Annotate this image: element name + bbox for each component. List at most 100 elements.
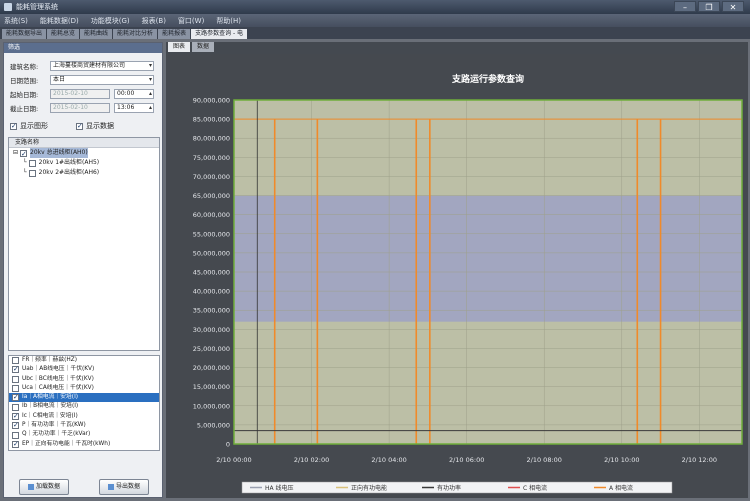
parameter-item[interactable]: Ia｜A相电流｜安培(I) — [9, 393, 159, 403]
tree-node-checkbox[interactable] — [28, 159, 36, 167]
y-tick-label: 35,000,000 — [193, 307, 230, 315]
parameter-checkbox[interactable] — [12, 431, 19, 439]
show-grid-checkbox[interactable] — [10, 122, 17, 130]
parameter-item[interactable]: Ubc｜BC线电压｜千伏(KV) — [9, 375, 159, 384]
range-select[interactable]: 本日 ▾ — [50, 75, 154, 85]
parameter-checkbox[interactable] — [12, 421, 19, 431]
parameter-checkbox[interactable] — [12, 385, 19, 393]
parameter-checkbox[interactable] — [12, 440, 19, 449]
parameter-checkbox[interactable] — [12, 365, 19, 375]
y-tick-label: 40,000,000 — [193, 288, 230, 296]
x-tick-label: 2/10 00:00 — [216, 456, 251, 464]
building-row: 建筑名称: 上海蔓楼商贸建材有限公司 ▾ — [10, 61, 154, 71]
show-data-checkbox[interactable] — [76, 122, 83, 130]
x-tick-label: 2/10 10:00 — [604, 456, 639, 464]
chart-panel: 图表 数据 支路运行参数查询 0 5,000,000 10,000,000 15,000,… — [166, 42, 748, 498]
y-tick-label: 25,000,000 — [193, 345, 230, 353]
parameter-item[interactable]: Ib｜B相电流｜安培(I) — [9, 402, 159, 411]
export-data-button[interactable]: 导出数据 — [99, 479, 149, 495]
y-tick-label: 90,000,000 — [193, 97, 230, 105]
end-time-input[interactable]: 13:06 ▴ — [114, 103, 154, 113]
parameter-item[interactable]: Uab｜AB线电压｜千伏(KV) — [9, 365, 159, 375]
parameter-label: Ib｜B相电流｜安培(I) — [22, 403, 79, 410]
parameter-item[interactable]: EP｜正向有功电能｜千瓦时(kWh) — [9, 440, 159, 449]
chart-title: 支路运行参数查询 — [451, 73, 524, 85]
y-tick-label: 85,000,000 — [193, 116, 230, 124]
menu-item[interactable]: 功能模块(G) — [91, 16, 130, 26]
restore-icon[interactable]: ❐ — [698, 1, 720, 12]
parameter-item[interactable]: Q｜无功功率｜千乏(kVar) — [9, 430, 159, 439]
x-tick-label: 2/10 12:00 — [682, 456, 717, 464]
show-data-label: 显示数据 — [86, 122, 114, 130]
x-tick-label: 2/10 08:00 — [527, 456, 562, 464]
building-value: 上海蔓楼商贸建材有限公司 — [53, 62, 126, 69]
parameter-checkbox[interactable] — [12, 403, 19, 411]
menu-item[interactable]: 帮助(H) — [216, 16, 241, 26]
parameter-label: Ic｜C相电流｜安培(I) — [22, 412, 78, 419]
view-tab[interactable]: 图表 — [168, 42, 191, 52]
end-row: 截止日期: 2015-02-10 13:06 ▴ — [10, 103, 154, 113]
parameter-label: Ia｜A相电流｜安培(I) — [22, 394, 79, 401]
range-label: 日期范围: — [10, 77, 39, 85]
y-tick-label: 45,000,000 — [193, 269, 230, 277]
menu-item[interactable]: 窗口(W) — [178, 16, 204, 26]
parameter-checkbox[interactable] — [12, 393, 19, 403]
document-tab[interactable]: 能耗报表 — [158, 29, 191, 39]
tree-header: 支路名称 — [9, 138, 159, 148]
tree-node-label: 20kv 总进线柜(AH0) — [30, 148, 88, 158]
range-row: 日期范围: 本日 ▾ — [10, 75, 154, 85]
tree-node-checkbox[interactable] — [20, 149, 28, 159]
document-tab[interactable]: 能耗曲线 — [80, 29, 113, 39]
document-tab[interactable]: 能耗总览 — [47, 29, 80, 39]
tree-node[interactable]: ⊟ 20kv 总进线柜(AH0) — [9, 148, 159, 159]
parameter-item[interactable]: Ic｜C相电流｜安培(I) — [9, 412, 159, 421]
start-time-input[interactable]: 00:00 ▴ — [114, 89, 154, 99]
menu-item[interactable]: 能耗数据(D) — [40, 16, 79, 26]
parameter-checkbox[interactable] — [12, 412, 19, 421]
x-tick-label: 2/10 04:00 — [371, 456, 406, 464]
y-tick-label: 30,000,000 — [193, 326, 230, 334]
y-tick-label: 50,000,000 — [193, 249, 230, 257]
end-date-input[interactable]: 2015-02-10 — [50, 103, 110, 113]
x-tick-label: 2/10 02:00 — [294, 456, 329, 464]
legend-label: HA 线电压 — [265, 484, 294, 492]
parameter-item[interactable]: Uca｜CA线电压｜千伏(KV) — [9, 384, 159, 393]
tree-branch-icon: └ — [23, 169, 27, 176]
building-select[interactable]: 上海蔓楼商贸建材有限公司 ▾ — [50, 61, 154, 71]
y-tick-label: 5,000,000 — [197, 421, 230, 429]
tree-node-checkbox[interactable] — [28, 169, 36, 177]
panel-buttons: 加载数据 导出数据 — [4, 479, 164, 495]
load-data-button[interactable]: 加载数据 — [19, 479, 69, 495]
chevron-down-icon: ▾ — [148, 62, 152, 69]
parameter-label: EP｜正向有功电能｜千瓦时(kWh) — [22, 440, 111, 447]
collapse-icon[interactable]: ⊟ — [13, 148, 18, 158]
menu-item[interactable]: 系统(S) — [4, 16, 28, 26]
building-label: 建筑名称: — [10, 63, 39, 71]
parameter-chart: 支路运行参数查询 0 5,000,000 10,000,000 15,000,000 20… — [166, 54, 748, 498]
export-data-label: 导出数据 — [115, 483, 140, 490]
load-icon — [27, 483, 34, 490]
legend-label: A 相电流 — [609, 484, 633, 492]
chevron-down-icon: ▾ — [148, 76, 152, 83]
parameter-item[interactable]: FR｜频率｜赫兹(HZ) — [9, 356, 159, 365]
parameter-label: P｜有功功率｜千瓦(KW) — [22, 422, 86, 429]
range-value: 本日 — [53, 76, 66, 83]
document-tab[interactable]: 支路参数查询 - 电 — [191, 29, 248, 39]
document-tab[interactable]: 能耗数据导出 — [2, 29, 47, 39]
parameter-checkbox[interactable] — [12, 357, 19, 365]
menu-item[interactable]: 报表(B) — [142, 16, 166, 26]
document-tab[interactable]: 能耗对比分析 — [113, 29, 158, 39]
parameter-label: Ubc｜BC线电压｜千伏(KV) — [22, 375, 94, 382]
tree-node[interactable]: └ 20kv 2#出线柜(AH6) — [9, 168, 159, 178]
parameter-checkbox[interactable] — [12, 375, 19, 383]
legend-label: C 相电流 — [523, 484, 547, 492]
branch-tree: 支路名称 ⊟ 20kv 总进线柜(AH0)└20kv 1#出线柜(AH5)└20k… — [8, 137, 160, 351]
start-date-input[interactable]: 2015-02-10 — [50, 89, 110, 99]
start-date-value: 2015-02-10 — [53, 90, 88, 97]
parameter-list: FR｜频率｜赫兹(HZ) Uab｜AB线电压｜千伏(KV) Ubc｜BC线电压｜千伏… — [8, 355, 160, 451]
close-icon[interactable]: ✕ — [722, 1, 744, 12]
view-tab[interactable]: 数据 — [192, 42, 215, 52]
minimize-icon[interactable]: – — [674, 1, 696, 12]
parameter-item[interactable]: P｜有功功率｜千瓦(KW) — [9, 421, 159, 431]
tree-node[interactable]: └ 20kv 1#出线柜(AH5) — [9, 158, 159, 168]
